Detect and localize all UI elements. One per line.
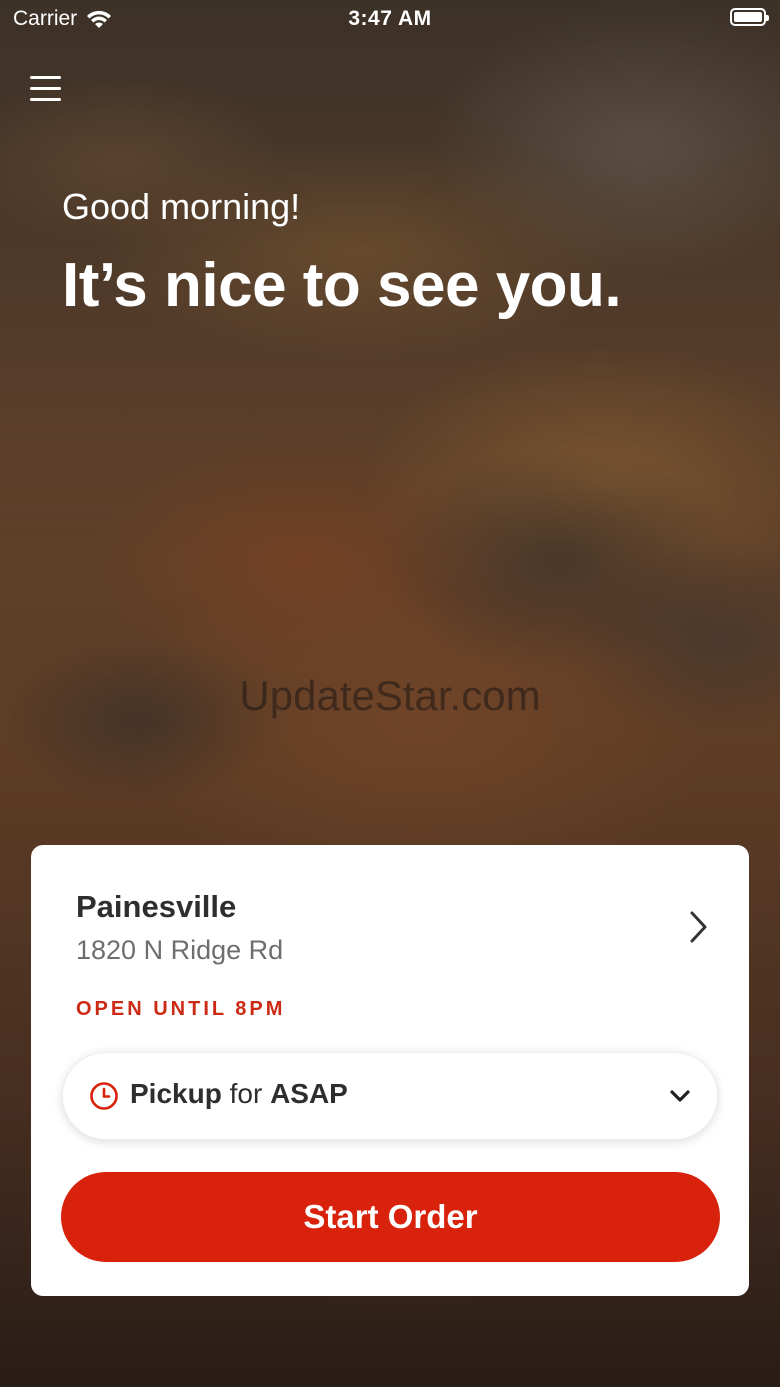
clock-icon [90, 1082, 118, 1110]
menu-icon[interactable] [30, 74, 62, 104]
headline-text: It’s nice to see you. [62, 251, 622, 320]
watermark: UpdateStar.com [239, 672, 541, 719]
order-time: ASAP [270, 1078, 348, 1109]
battery-icon [730, 8, 769, 26]
clock-time: 3:47 AM [348, 7, 432, 30]
store-name: Painesville [76, 889, 237, 924]
location-card: Painesville 1820 N Ridge Rd OPEN UNTIL 8… [31, 845, 749, 1296]
store-address: 1820 N Ridge Rd [76, 935, 284, 965]
order-connector: for [229, 1078, 263, 1109]
start-order-button[interactable]: Start Order [61, 1172, 720, 1262]
order-mode-text: Pickup for ASAP [130, 1078, 348, 1110]
chevron-down-icon [670, 1090, 690, 1102]
status-bar: Carrier 3:47 AM [0, 0, 780, 40]
order-method: Pickup [130, 1078, 222, 1109]
hours-status: OPEN UNTIL 8PM [76, 998, 286, 1020]
greeting-text: Good morning! [62, 186, 301, 227]
chevron-right-icon[interactable] [683, 909, 711, 945]
order-mode-selector[interactable]: Pickup for ASAP [62, 1052, 718, 1140]
